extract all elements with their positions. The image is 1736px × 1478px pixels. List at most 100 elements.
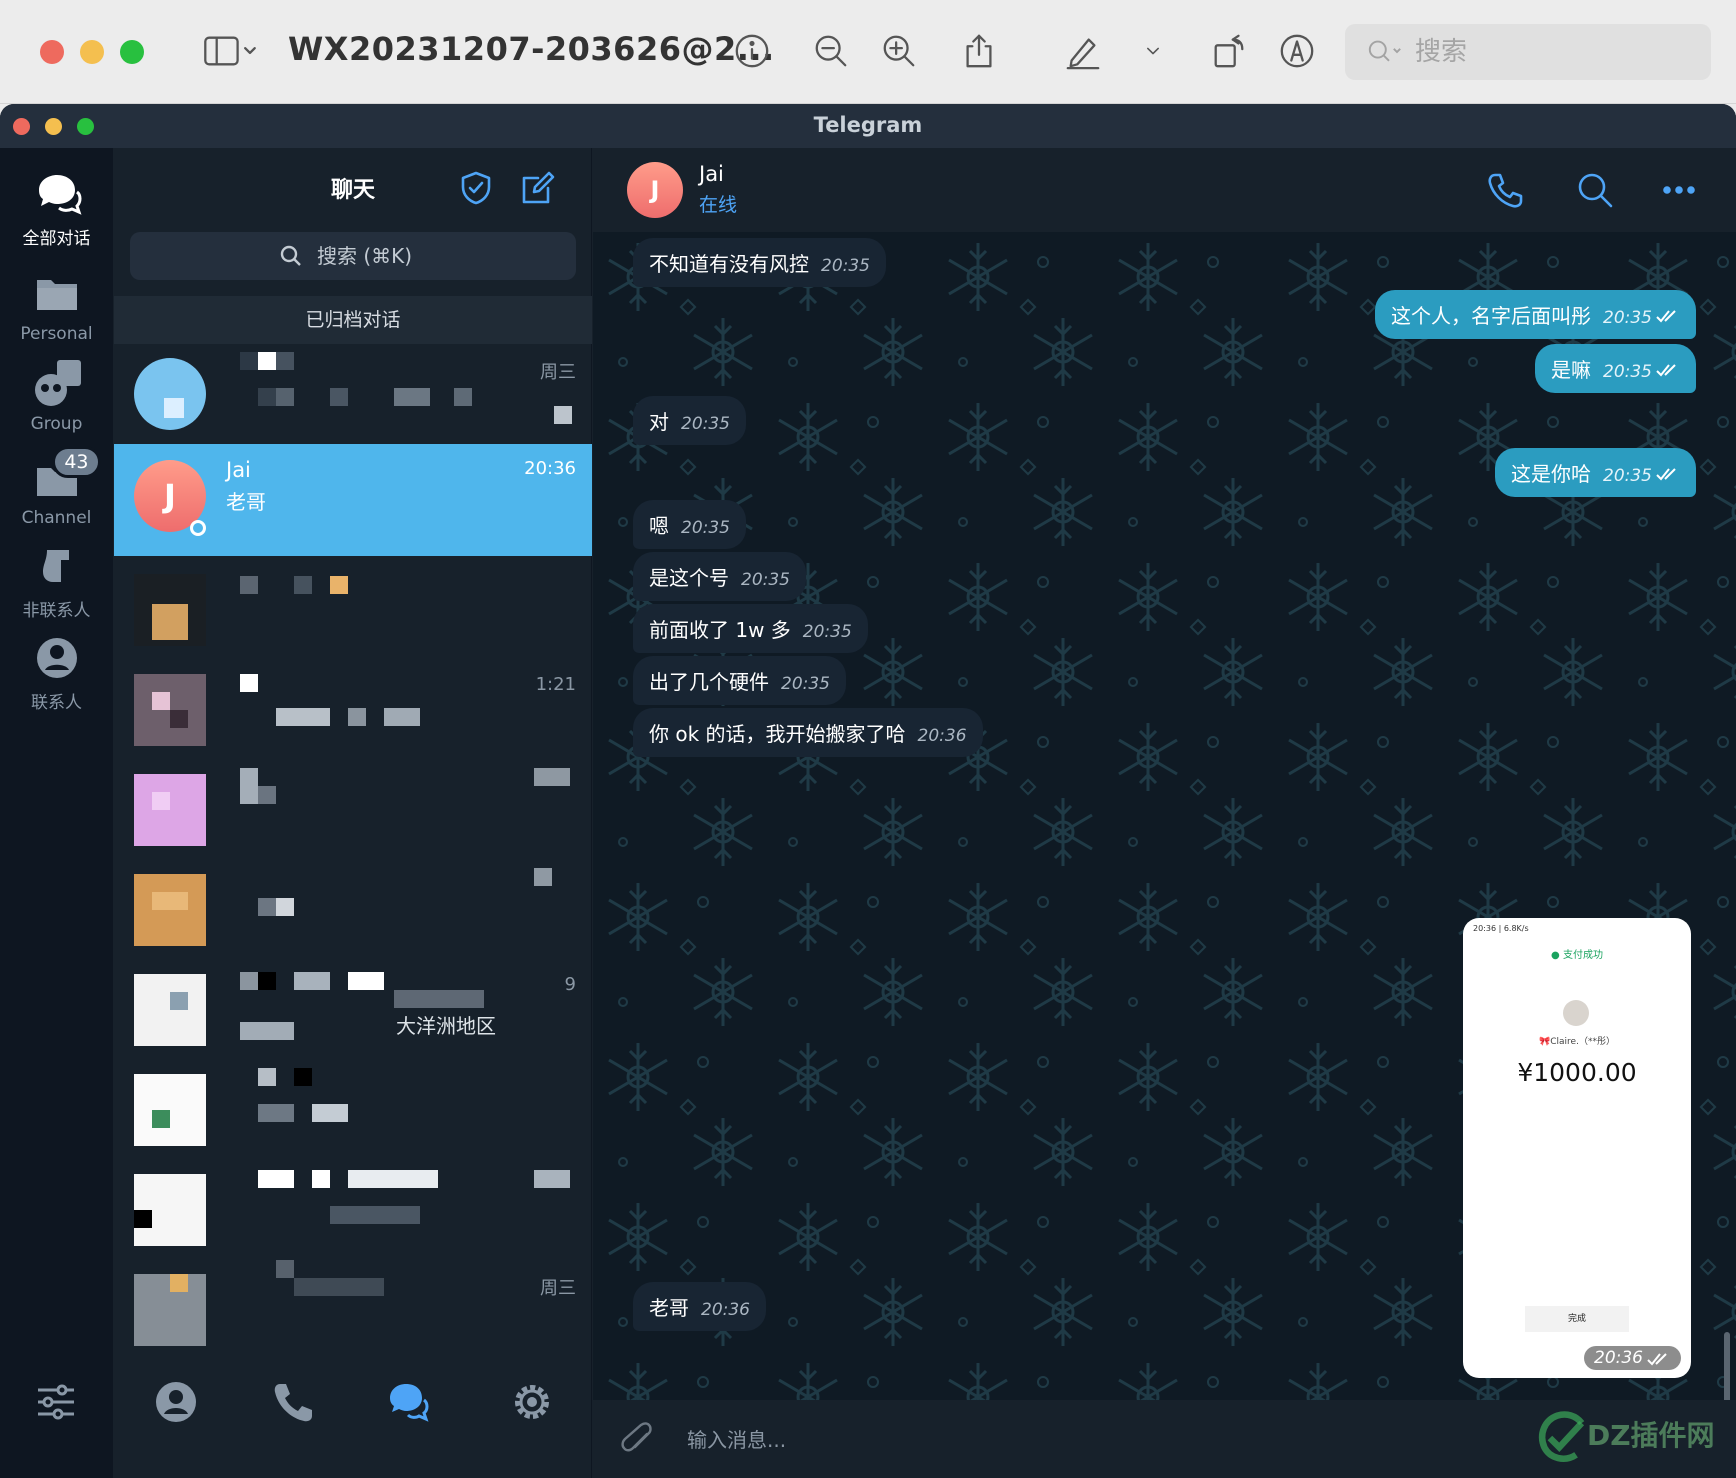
- telegram-window: Telegram 全部对话 Personal Group 43 Channel …: [0, 104, 1736, 1478]
- chat-time: 1:21: [535, 674, 576, 695]
- more-icon[interactable]: [1659, 170, 1699, 210]
- chat-row[interactable]: [114, 860, 592, 960]
- done-button: 完成: [1525, 1306, 1629, 1332]
- chat-search-input[interactable]: [317, 244, 427, 268]
- chat-row[interactable]: 周三: [114, 1260, 592, 1360]
- chat-row[interactable]: 周三: [114, 344, 592, 444]
- document-title: WX20231207-203626@2...: [288, 30, 775, 68]
- folder-all-chats[interactable]: 全部对话: [0, 170, 113, 249]
- sidebar-toggle-icon[interactable]: [190, 26, 270, 76]
- watermark-logo: DZ插件网: [1535, 1408, 1735, 1470]
- payment-success-label: ● 支付成功: [1551, 950, 1603, 961]
- shield-icon[interactable]: [458, 170, 494, 206]
- chat-time: 20:36: [524, 458, 576, 479]
- message-text: 不知道有没有风控: [649, 252, 809, 276]
- message-incoming[interactable]: 是这个号 20:35: [633, 552, 806, 601]
- folder-label: 全部对话: [22, 229, 91, 249]
- telegram-titlebar: Telegram: [0, 104, 1736, 148]
- folder-label: Personal: [20, 324, 93, 344]
- chat-row[interactable]: 1:21: [114, 660, 592, 760]
- payee-name: 🎀Claire.（**彤）: [1539, 1037, 1615, 1047]
- message-text: 老哥: [649, 1296, 689, 1320]
- chats-tab-icon[interactable]: [386, 1380, 430, 1424]
- message-incoming[interactable]: 你 ok 的话，我开始搬家了哈 20:36: [633, 708, 983, 757]
- folder-non-contacts[interactable]: 非联系人: [0, 542, 113, 621]
- contact-status: 在线: [699, 194, 738, 216]
- compose-icon[interactable]: [520, 170, 556, 206]
- zoom-in-icon[interactable]: [874, 26, 924, 76]
- chat-row[interactable]: [114, 760, 592, 860]
- calls-icon[interactable]: [270, 1380, 314, 1424]
- chat-name: Jai: [226, 458, 251, 482]
- archived-chats[interactable]: 已归档对话: [114, 296, 592, 344]
- channel-folder-icon: 43: [31, 446, 101, 502]
- group-icon: [31, 360, 83, 408]
- watermark-text: DZ插件网: [1587, 1419, 1715, 1452]
- message-incoming[interactable]: 出了几个硬件 20:35: [633, 656, 846, 705]
- chat-row[interactable]: [114, 1160, 592, 1260]
- preview-toolbar: WX20231207-203626@2...: [0, 0, 1736, 104]
- minimize-window-button[interactable]: [80, 40, 104, 64]
- message-time: 20:35: [821, 256, 870, 276]
- chat-row-jai[interactable]: J Jai 老哥 20:36: [114, 444, 592, 556]
- folder-group[interactable]: Group: [0, 360, 113, 434]
- message-outgoing[interactable]: 是嘛 20:35: [1535, 344, 1696, 393]
- message-incoming[interactable]: 嗯 20:35: [633, 500, 746, 549]
- markup-menu-chevron-icon[interactable]: [1128, 26, 1178, 76]
- message-time: 20:36: [701, 1300, 750, 1320]
- message-incoming[interactable]: 前面收了 1w 多 20:35: [633, 604, 868, 653]
- filter-settings-icon[interactable]: [34, 1380, 78, 1424]
- chat-row[interactable]: [114, 560, 592, 660]
- profile-icon[interactable]: [154, 1380, 198, 1424]
- folder-label: Channel: [21, 508, 92, 528]
- markup-toolbar-icon[interactable]: [1272, 26, 1322, 76]
- zoom-window-button[interactable]: [120, 40, 144, 64]
- folder-label: 联系人: [31, 693, 82, 713]
- settings-gear-icon[interactable]: [510, 1380, 554, 1424]
- chats-icon: [31, 170, 83, 218]
- message-outgoing[interactable]: 这个人，名字后面叫彤 20:35: [1375, 290, 1696, 339]
- chat-search-field[interactable]: [130, 232, 576, 280]
- message-input[interactable]: [687, 1420, 1387, 1460]
- zoom-out-icon[interactable]: [806, 26, 856, 76]
- chat-list-panel: 聊天 已归档对话 周三: [114, 148, 592, 1478]
- search-icon[interactable]: [1575, 170, 1615, 210]
- avatar: [134, 358, 206, 430]
- read-checkmarks-icon: [1656, 358, 1680, 377]
- message-incoming[interactable]: 对 20:35: [633, 396, 746, 445]
- folder-channel[interactable]: 43 Channel: [0, 446, 113, 528]
- message-time: 20:35: [681, 518, 730, 538]
- image-message-payment-screenshot[interactable]: 20:36 | 6.8K/s ● 支付成功 🎀Claire.（**彤） ¥100…: [1463, 918, 1691, 1378]
- info-icon[interactable]: [727, 26, 777, 76]
- preview-search-input[interactable]: [1415, 37, 1675, 67]
- avatar: [134, 1174, 206, 1246]
- message-time: 20:35: [1603, 308, 1652, 328]
- close-window-button[interactable]: [40, 40, 64, 64]
- folder-personal[interactable]: Personal: [0, 270, 113, 344]
- preview-search-field[interactable]: [1345, 24, 1711, 80]
- avatar[interactable]: J: [627, 162, 683, 218]
- contact-name[interactable]: Jai: [699, 162, 724, 186]
- rotate-icon[interactable]: [1204, 26, 1254, 76]
- folder-label: Group: [30, 414, 83, 434]
- folder-icon: [31, 270, 83, 318]
- chat-row[interactable]: [114, 1060, 592, 1160]
- folder-contacts[interactable]: 联系人: [0, 634, 113, 713]
- message-incoming[interactable]: 老哥 20:36: [633, 1282, 766, 1331]
- message-text: 你 ok 的话，我开始搬家了哈: [649, 722, 906, 746]
- markup-pen-icon[interactable]: [1058, 26, 1108, 76]
- read-checkmarks-icon: [1656, 462, 1680, 481]
- chat-time: 周三: [540, 362, 576, 383]
- phone-icon[interactable]: [1485, 170, 1525, 210]
- watermark-check-icon: [1538, 1411, 1585, 1462]
- share-icon[interactable]: [954, 26, 1004, 76]
- folder-sidebar: 全部对话 Personal Group 43 Channel 非联系人 联系人: [0, 148, 113, 1478]
- online-indicator: [190, 520, 206, 536]
- message-incoming[interactable]: 不知道有没有风控 20:35: [633, 238, 886, 287]
- message-scrollbar[interactable]: [1724, 1332, 1730, 1400]
- chat-row[interactable]: 大洋洲地区 9: [114, 960, 592, 1060]
- paperclip-icon[interactable]: [619, 1420, 659, 1460]
- folder-label: 非联系人: [22, 601, 91, 621]
- chat-preview: 老哥: [226, 490, 266, 514]
- message-outgoing[interactable]: 这是你哈 20:35: [1495, 448, 1696, 497]
